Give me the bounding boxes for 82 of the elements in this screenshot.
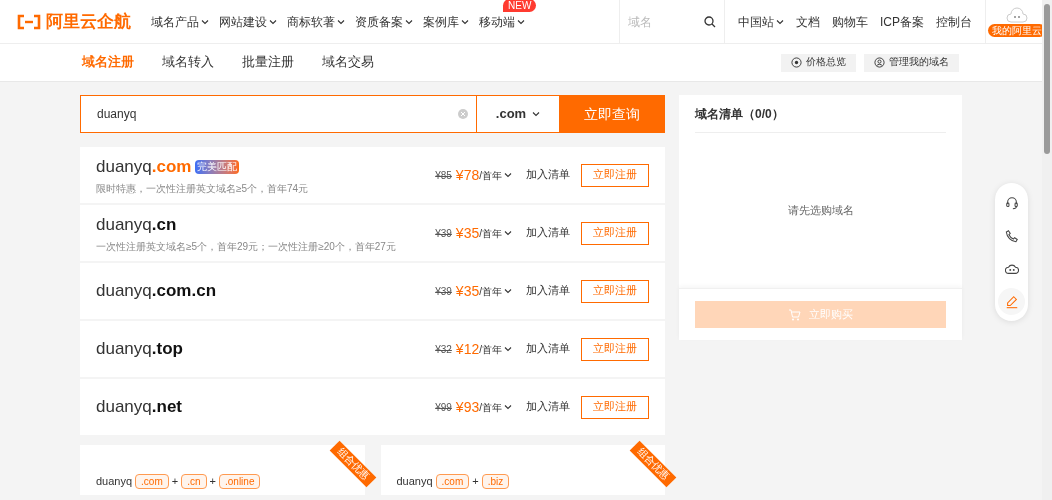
nav-link[interactable]: 域名产品 <box>151 12 209 31</box>
eye-icon <box>791 57 802 68</box>
plus-sign: + <box>209 473 216 489</box>
search-icon[interactable] <box>704 15 716 28</box>
chevron-down-icon <box>269 18 277 25</box>
add-to-list-link[interactable]: 加入清单 <box>526 167 570 183</box>
tab[interactable]: 域名交易 <box>322 53 374 72</box>
chevron-down-icon <box>776 18 784 25</box>
plus-sign: + <box>472 473 479 489</box>
price: ¥35 <box>455 281 480 301</box>
chevron-down-icon <box>461 18 469 25</box>
cart-icon <box>788 308 801 321</box>
cart-title: 域名清单（0/0） <box>695 105 784 123</box>
domain-name: duanyq.top <box>96 338 183 361</box>
suffix-dropdown[interactable]: .com <box>477 95 559 133</box>
price: ¥35 <box>455 223 480 243</box>
tab[interactable]: 批量注册 <box>242 53 294 72</box>
tool-button[interactable]: 价格总览 <box>781 53 856 72</box>
add-to-list-link[interactable]: 加入清单 <box>526 399 570 415</box>
promo-note: 限时特惠，一次性注册英文域名≥5个，首年74元 <box>96 181 310 196</box>
chevron-down-icon <box>504 346 512 352</box>
tld-tag: .com <box>135 474 169 489</box>
empty-message: 请先选购域名 <box>787 203 854 219</box>
period-dropdown[interactable]: /首年 <box>479 167 512 183</box>
domain-search-field[interactable]: duanyq <box>80 95 477 133</box>
chevron-down-icon <box>532 111 541 117</box>
nav-link[interactable]: 资质备案 <box>355 12 413 31</box>
phone-icon[interactable] <box>1004 228 1019 243</box>
discount-ribbon: 组合优惠 <box>629 440 677 488</box>
nav-link[interactable]: 案例库 <box>423 12 469 31</box>
tld-tag: .biz <box>481 474 510 489</box>
tld-tag: .cn <box>181 474 207 489</box>
chevron-down-icon <box>504 288 512 294</box>
old-price: ¥39 <box>435 284 452 299</box>
chevron-down-icon <box>405 18 413 25</box>
user-icon <box>874 57 885 68</box>
tool-button[interactable]: 管理我的域名 <box>864 53 959 72</box>
nav-link[interactable]: 移动端 <box>479 12 525 31</box>
domain-name: duanyq.com <box>96 156 192 179</box>
chevron-down-icon <box>201 18 209 25</box>
price: ¥93 <box>455 397 480 417</box>
domain-name: duanyq.com.cn <box>96 280 217 303</box>
add-to-list-link[interactable]: 加入清单 <box>526 225 570 241</box>
add-to-list-link[interactable]: 加入清单 <box>526 341 570 357</box>
promo-note: 一次性注册英文域名≥5个，首年29元；一次性注册≥20个，首年27元 <box>96 239 397 254</box>
price: ¥78 <box>455 165 480 185</box>
period-dropdown[interactable]: /首年 <box>479 283 512 299</box>
tld-tag: .com <box>435 474 470 489</box>
chevron-down-icon <box>504 230 512 236</box>
domain-name: duanyq.cn <box>96 214 177 237</box>
match-badge: 完美匹配 <box>195 160 240 174</box>
tld-tag: .online <box>219 474 261 489</box>
header-link[interactable]: 购物车 <box>832 12 868 31</box>
header-link[interactable]: 文档 <box>796 12 820 31</box>
old-price: ¥39 <box>435 226 452 241</box>
discount-ribbon: 组合优惠 <box>329 440 376 488</box>
old-price: ¥99 <box>435 400 452 415</box>
price: ¥12 <box>455 339 480 359</box>
combo-domain-name: duanyq <box>96 473 133 489</box>
chevron-down-icon <box>517 18 525 25</box>
domain-name: duanyq.net <box>96 396 182 419</box>
headset-icon[interactable] <box>1004 195 1019 210</box>
old-price: ¥32 <box>435 342 452 357</box>
chevron-down-icon <box>337 18 345 25</box>
add-to-list-link[interactable]: 加入清单 <box>526 283 570 299</box>
logo-icon <box>16 13 42 30</box>
nav-link[interactable]: 网站建设 <box>219 12 277 31</box>
tab[interactable]: 域名转入 <box>162 53 214 72</box>
plus-sign: + <box>171 473 179 489</box>
old-price: ¥85 <box>435 168 452 183</box>
header-link[interactable]: 控制台 <box>936 12 972 31</box>
chevron-down-icon <box>504 172 512 178</box>
nav-link[interactable]: 商标软著 <box>287 12 345 31</box>
header-link[interactable]: ICP备案 <box>880 12 924 31</box>
logo-text: 阿里云企航 <box>46 10 131 33</box>
period-dropdown[interactable]: /首年 <box>479 225 512 241</box>
chevron-down-icon <box>504 404 512 410</box>
header-link[interactable]: 中国站 <box>738 12 784 31</box>
new-badge: NEW <box>503 0 537 12</box>
period-dropdown[interactable]: /首年 <box>479 341 512 357</box>
period-dropdown[interactable]: /首年 <box>479 399 512 415</box>
combo-domain-name: duanyq <box>396 473 433 489</box>
